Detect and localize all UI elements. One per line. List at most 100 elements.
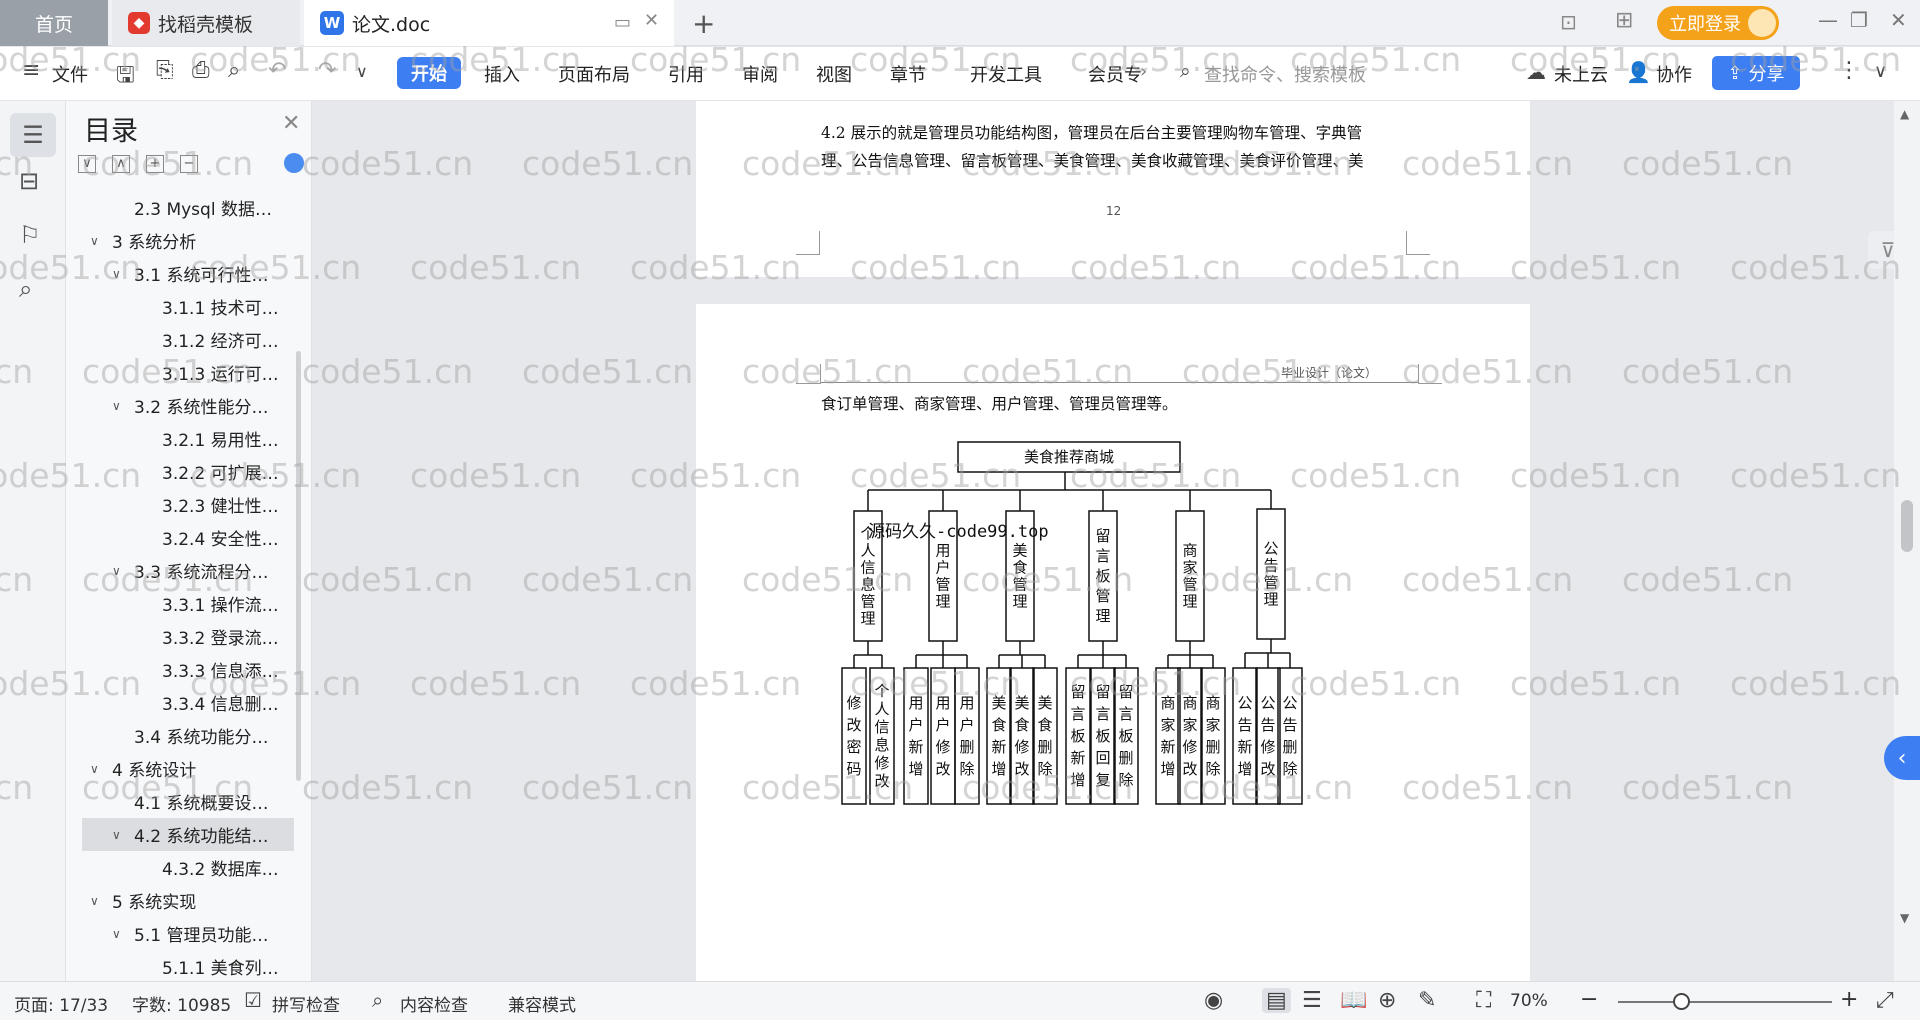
eye-protection-icon[interactable]: ◉ <box>1204 988 1223 1013</box>
toc-scrollbar[interactable] <box>296 351 301 781</box>
scroll-down-icon[interactable]: ▼ <box>1900 911 1909 925</box>
toc-item[interactable]: 3.3.1 操作流… <box>82 587 294 620</box>
toc-item[interactable]: 3.2.1 易用性… <box>82 422 294 455</box>
toc-item[interactable]: 3.3.2 登录流… <box>82 620 294 653</box>
smart-toc-icon[interactable] <box>284 153 304 173</box>
share-button[interactable]: ⇪ 分享 <box>1712 56 1800 90</box>
command-search-input[interactable]: 查找命令、搜索模板 <box>1204 61 1366 87</box>
close-tab-icon[interactable]: ✕ <box>644 10 659 31</box>
collapse-ribbon-icon[interactable]: ∨ <box>1874 61 1887 82</box>
vertical-scrollbar-thumb[interactable] <box>1901 500 1913 552</box>
zoom-level[interactable]: 70% <box>1510 991 1548 1011</box>
collapse-all-icon[interactable]: ∨ <box>78 155 96 173</box>
fullscreen-icon[interactable]: ⤢ <box>1876 988 1894 1013</box>
toc-item[interactable]: 3.1.3 运行可… <box>82 356 294 389</box>
tab-template[interactable]: ◆ 找稻壳模板 <box>112 0 300 46</box>
chevron-down-icon[interactable]: ∨ <box>90 894 106 908</box>
chevron-down-icon[interactable]: ∨ <box>112 564 128 578</box>
scroll-up-icon[interactable]: ▲ <box>1900 107 1909 121</box>
outline-view-icon[interactable]: ☰ <box>1302 988 1322 1013</box>
spellcheck-button[interactable]: 拼写检查 <box>272 991 340 1016</box>
navigation-icon[interactable]: ⊟ <box>19 167 39 195</box>
chevron-down-icon[interactable]: ∨ <box>112 267 128 281</box>
toc-item[interactable]: 2.3 Mysql 数据… <box>82 191 294 224</box>
toc-item[interactable]: 5.1.1 美食列… <box>82 950 294 981</box>
find-icon[interactable]: ⌕ <box>19 275 32 303</box>
fit-page-icon[interactable]: ⛶ <box>1476 988 1491 1013</box>
tab-insert[interactable]: 插入 <box>484 61 520 87</box>
zoom-slider-handle[interactable] <box>1673 993 1690 1010</box>
tab-start[interactable]: 开始 <box>397 57 461 89</box>
save-icon[interactable]: 🖫 <box>116 58 135 96</box>
toc-item[interactable]: 3.4 系统功能分… <box>82 719 294 752</box>
print-preview-icon[interactable]: ⌕ <box>228 58 240 83</box>
zoom-in-icon[interactable]: + <box>1840 987 1858 1012</box>
close-icon[interactable]: ✕ <box>282 111 300 136</box>
new-tab-button[interactable]: + <box>692 0 715 46</box>
zoom-slider-track[interactable] <box>1618 1001 1832 1003</box>
tab-document[interactable]: W 论文.doc ▭ ✕ <box>304 0 674 46</box>
restore-icon[interactable]: ❐ <box>1850 8 1868 32</box>
chevron-down-icon[interactable]: ∨ <box>112 927 128 941</box>
tab-chapter[interactable]: 章节 <box>890 61 926 87</box>
toc-item[interactable]: ∨ 4 系统设计 <box>82 752 294 785</box>
tab-page-layout[interactable]: 页面布局 <box>558 61 630 87</box>
remove-heading-icon[interactable]: − <box>180 155 198 173</box>
minimize-icon[interactable]: — <box>1818 8 1838 32</box>
collab-button[interactable]: 协作 <box>1656 61 1692 87</box>
expand-up-icon[interactable]: ∧ <box>112 155 130 173</box>
chevron-down-icon[interactable]: ∨ <box>112 828 128 842</box>
add-heading-icon[interactable]: + <box>146 155 164 173</box>
close-window-icon[interactable]: ✕ <box>1890 8 1907 32</box>
toc-item[interactable]: ∨ 5 系统实现 <box>82 884 294 917</box>
toc-item[interactable]: ∨ 3.3 系统流程分… <box>82 554 294 587</box>
toc-item[interactable]: 3.3.3 信息添… <box>82 653 294 686</box>
page-indicator[interactable]: 页面: 17/33 <box>14 991 108 1016</box>
write-view-icon[interactable]: ✎ <box>1418 988 1436 1013</box>
toc-item[interactable]: 4.1 系统概要设… <box>82 785 294 818</box>
login-button[interactable]: 立即登录 <box>1657 6 1779 40</box>
tab-reference[interactable]: 引用 <box>668 61 704 87</box>
filter-icon[interactable]: ⊽ <box>1868 231 1894 269</box>
zoom-out-icon[interactable]: − <box>1580 987 1598 1012</box>
content-check-button[interactable]: 内容检查 <box>400 991 468 1016</box>
side-panel-toggle-icon[interactable]: ‹ <box>1884 736 1920 780</box>
tab-view[interactable]: 视图 <box>816 61 852 87</box>
redo-icon[interactable]: ↷ <box>318 58 336 83</box>
page-view-icon[interactable]: ▤ <box>1262 988 1291 1013</box>
toc-item[interactable]: 3.2.4 安全性… <box>82 521 294 554</box>
toc-item[interactable]: 3.1.1 技术可… <box>82 290 294 323</box>
toc-item[interactable]: 3.1.2 经济可… <box>82 323 294 356</box>
tab-devtools[interactable]: 开发工具 <box>970 61 1042 87</box>
more-dropdown-icon[interactable]: ∨ <box>356 62 368 81</box>
chevron-down-icon[interactable]: ∨ <box>112 399 128 413</box>
toc-item[interactable]: ∨ 3 系统分析 <box>82 224 294 257</box>
tab-review[interactable]: 审阅 <box>742 61 778 87</box>
bookmark-icon[interactable]: ⚐ <box>19 221 41 249</box>
tab-home[interactable]: 首页 <box>0 0 108 46</box>
toc-item[interactable]: ∨ 3.2 系统性能分… <box>82 389 294 422</box>
toc-item[interactable]: ∨ 5.1 管理员功能… <box>82 917 294 950</box>
word-count[interactable]: 字数: 10985 <box>132 991 231 1016</box>
toc-item[interactable]: 3.2.3 健壮性… <box>82 488 294 521</box>
file-menu[interactable]: 文件 <box>52 61 88 87</box>
toc-item[interactable]: ∨ 4.2 系统功能结… <box>82 818 294 851</box>
print-icon[interactable]: ⎙ <box>192 58 210 83</box>
screen-icon[interactable]: ▭ <box>614 12 631 33</box>
export-icon[interactable]: ⎘ <box>156 58 174 83</box>
apps-grid-icon[interactable]: ⊞ <box>1615 8 1633 33</box>
more-options-icon[interactable]: ⋮ <box>1838 58 1860 83</box>
toc-panel-icon[interactable]: ☰ <box>10 113 56 157</box>
toc-item[interactable]: 4.3.2 数据库… <box>82 851 294 884</box>
chevron-down-icon[interactable]: ∨ <box>90 234 106 248</box>
undo-icon[interactable]: ↶ <box>268 58 286 83</box>
cloud-status[interactable]: 未上云 <box>1554 61 1608 87</box>
menu-icon[interactable]: ≡ <box>22 58 40 83</box>
chevron-down-icon[interactable]: ∨ <box>90 762 106 776</box>
layout-toggle-icon[interactable]: ⊡ <box>1560 10 1577 34</box>
chevron-right-icon[interactable]: › <box>1140 61 1147 82</box>
web-view-icon[interactable]: ⊕ <box>1378 988 1396 1013</box>
toc-item[interactable]: 3.2.2 可扩展… <box>82 455 294 488</box>
reading-view-icon[interactable]: 📖 <box>1340 988 1367 1013</box>
tab-member[interactable]: 会员专 <box>1088 61 1142 87</box>
